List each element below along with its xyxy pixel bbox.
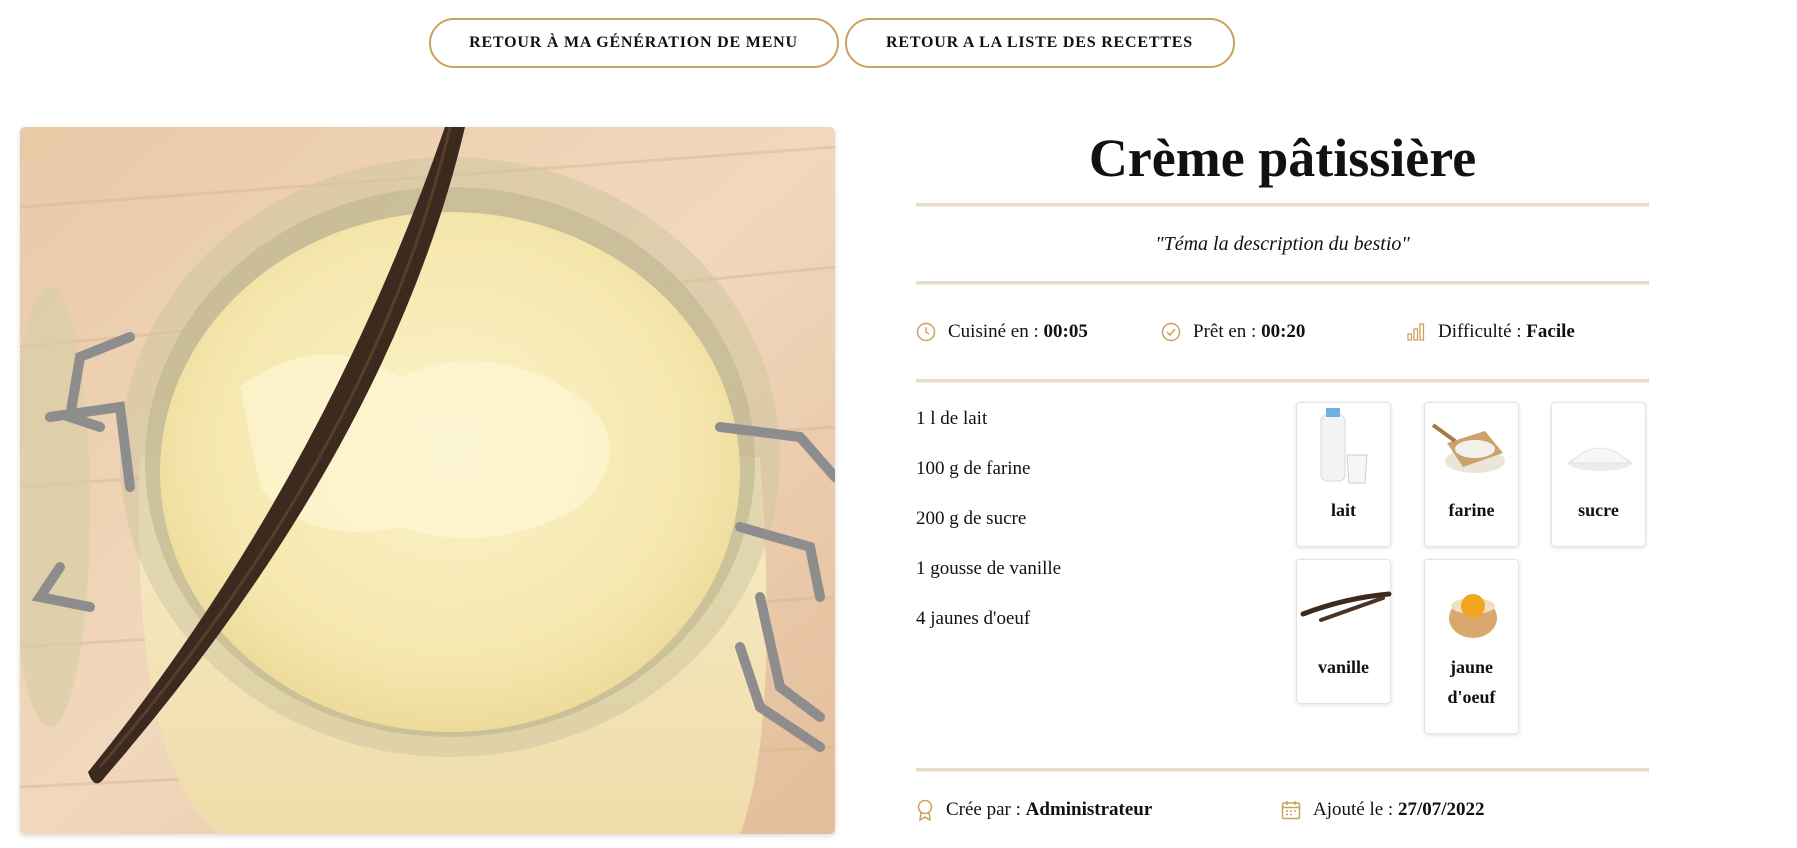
ready-time: Prêt en : 00:20 bbox=[1161, 321, 1406, 343]
ready-time-label: Prêt en : bbox=[1193, 321, 1257, 342]
created-by: Crée par : Administrateur bbox=[916, 799, 1281, 821]
ingredient-line: 1 l de lait bbox=[916, 408, 988, 429]
egg-yolk-image bbox=[1449, 594, 1497, 638]
recipe-footer: Crée par : Administrateur Ajouté le : 27… bbox=[916, 772, 1649, 848]
calendar-icon bbox=[1281, 800, 1301, 820]
vanilla-image bbox=[1300, 591, 1392, 622]
cook-time-label: Cuisiné en : bbox=[948, 321, 1039, 342]
recipe-details: Crème pâtissière "Téma la description du… bbox=[916, 118, 1649, 848]
ingredient-card-jaune-oeuf[interactable]: jaune d'oeuf bbox=[1424, 559, 1519, 734]
award-icon bbox=[916, 799, 934, 821]
top-navigation: RETOUR À MA GÉNÉRATION DE MENU RETOUR A … bbox=[0, 18, 1797, 68]
ingredient-card-lait[interactable]: lait bbox=[1296, 402, 1391, 547]
difficulty-value: Facile bbox=[1526, 321, 1575, 342]
ingredient-card-label: lait bbox=[1331, 500, 1356, 520]
created-by-label: Crée par : bbox=[946, 799, 1021, 820]
cook-time: Cuisiné en : 00:05 bbox=[916, 321, 1161, 343]
ingredients-section: 1 l de lait 100 g de farine 200 g de suc… bbox=[916, 383, 1649, 768]
ingredient-line: 100 g de farine bbox=[916, 458, 1031, 479]
recipe-description: "Téma la description du bestio" bbox=[1155, 233, 1410, 255]
clock-icon bbox=[916, 322, 936, 342]
ready-time-value: 00:20 bbox=[1261, 321, 1306, 342]
cook-time-value: 00:05 bbox=[1043, 321, 1088, 342]
ingredient-card-label: vanille bbox=[1317, 657, 1369, 677]
difficulty-label: Difficulté : bbox=[1438, 321, 1522, 342]
ingredient-card-sucre[interactable]: sucre bbox=[1551, 402, 1646, 547]
recipe-title: Crème pâtissière bbox=[1088, 128, 1477, 188]
added-date-label: Ajouté le : bbox=[1313, 799, 1394, 820]
added-date: Ajouté le : 27/07/2022 bbox=[1281, 799, 1485, 821]
added-date-value: 27/07/2022 bbox=[1397, 799, 1485, 820]
ingredient-card-label: sucre bbox=[1578, 500, 1619, 520]
signal-bars-icon bbox=[1406, 322, 1426, 342]
check-circle-icon bbox=[1161, 322, 1181, 342]
sugar-image bbox=[1568, 447, 1632, 471]
flour-image bbox=[1431, 423, 1505, 473]
ingredient-line: 200 g de sucre bbox=[916, 508, 1027, 529]
ingredient-card-label: farine bbox=[1448, 500, 1495, 520]
back-to-menu-generation-button[interactable]: RETOUR À MA GÉNÉRATION DE MENU bbox=[428, 18, 839, 68]
back-to-recipe-list-button[interactable]: RETOUR A LA LISTE DES RECETTES bbox=[844, 18, 1235, 68]
ingredient-line: 1 gousse de vanille bbox=[916, 558, 1062, 579]
ingredient-card-farine[interactable]: farine bbox=[1424, 402, 1519, 547]
ingredient-card-label: jaune d'oeuf bbox=[1447, 657, 1496, 707]
recipe-photo bbox=[20, 127, 835, 834]
recipe-meta: Cuisiné en : 00:05 Prêt en : 00:20 Diffi… bbox=[916, 285, 1649, 379]
ingredient-line: 4 jaunes d'oeuf bbox=[916, 608, 1031, 629]
difficulty: Difficulté : Facile bbox=[1406, 321, 1575, 343]
ingredient-cards: lait farine sucre vanille jaune d'oeuf bbox=[1296, 383, 1649, 768]
ingredients-list: 1 l de lait 100 g de farine 200 g de suc… bbox=[916, 383, 1296, 768]
ingredient-card-vanille[interactable]: vanille bbox=[1296, 559, 1392, 704]
created-by-value: Administrateur bbox=[1025, 799, 1153, 820]
milk-image bbox=[1320, 408, 1368, 484]
